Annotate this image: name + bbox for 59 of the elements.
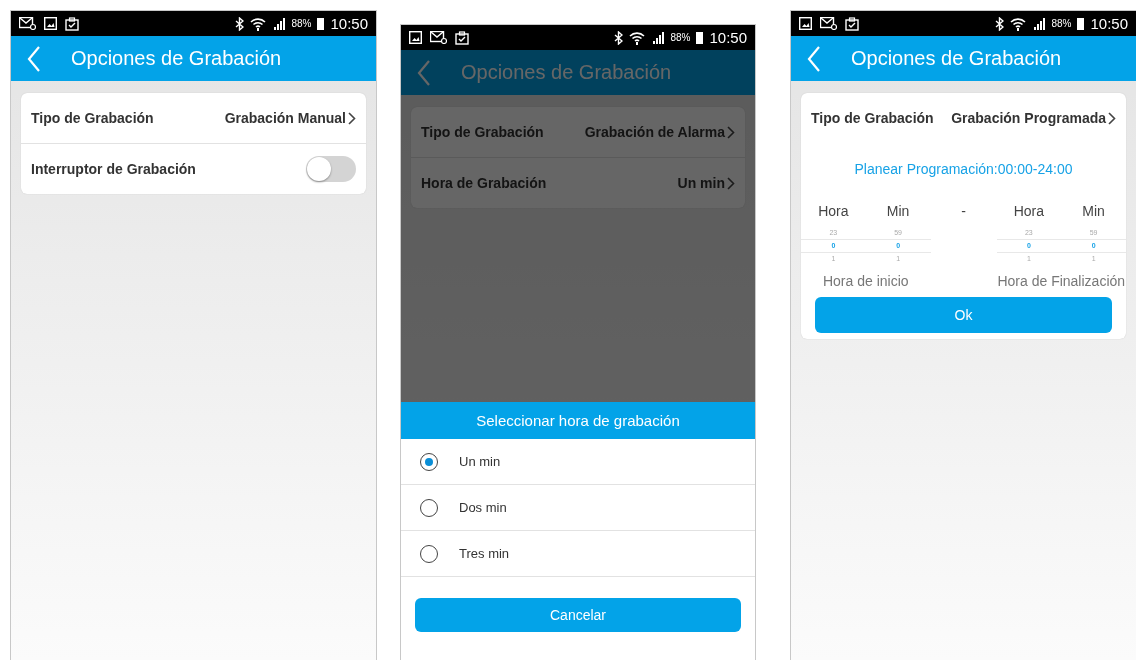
setting-label: Hora de Grabación (421, 175, 547, 191)
bluetooth-icon (995, 16, 1005, 31)
back-icon[interactable] (807, 45, 821, 72)
wifi-icon (629, 30, 646, 45)
picker-caption: Hora de Finalización (996, 272, 1126, 289)
setting-value[interactable]: Grabación Manual (224, 110, 346, 126)
back-icon[interactable] (27, 45, 41, 72)
setting-value[interactable]: Grabación Programada (951, 110, 1106, 126)
chevron-icon[interactable] (1108, 111, 1116, 125)
image-icon (44, 17, 57, 30)
setting-label: Tipo de Grabación (31, 110, 154, 126)
range-separator: - (960, 203, 967, 221)
column-label: Hora (1012, 203, 1046, 221)
option-label[interactable]: Tres min (459, 546, 510, 561)
picker-caption: Hora de inicio (821, 272, 910, 289)
image-icon (799, 17, 812, 30)
signal-icon (1032, 17, 1046, 30)
back-icon[interactable] (417, 59, 431, 86)
column-label: Hora (817, 203, 850, 221)
setting-label: Tipo de Grabación (421, 124, 544, 140)
option-label[interactable]: Dos min (459, 500, 507, 515)
image-icon (409, 31, 422, 44)
column-label: Min (1081, 203, 1106, 221)
bluetooth-icon (235, 16, 245, 31)
wifi-icon (1010, 16, 1027, 31)
clipboard-icon (65, 16, 79, 31)
battery-icon (1077, 17, 1085, 30)
bluetooth-icon (614, 30, 624, 45)
mail-icon (820, 17, 837, 30)
wifi-icon (250, 16, 267, 31)
option-label[interactable]: Un min (459, 454, 501, 469)
setting-value[interactable]: Un min (677, 175, 725, 191)
column-label: Min (885, 203, 911, 221)
chevron-icon[interactable] (348, 111, 356, 125)
dialog-title: Seleccionar hora de grabación (401, 402, 755, 439)
cancel-button[interactable]: Cancelar (415, 598, 741, 632)
clipboard-icon (845, 16, 859, 31)
ok-button[interactable]: Ok (815, 297, 1112, 333)
schedule-summary: Planear Programación:00:00-24:00 (853, 160, 1074, 179)
clock: 10:50 (330, 15, 368, 32)
toggle-switch[interactable] (306, 156, 356, 182)
setting-label: Interruptor de Grabación (31, 161, 196, 177)
screen-title: Opciones de Grabación (461, 61, 672, 84)
clipboard-icon (455, 30, 469, 45)
clock: 10:50 (709, 29, 747, 46)
battery-level: 88% (291, 18, 312, 29)
setting-value[interactable]: Grabación de Alarma (584, 124, 725, 140)
clock: 10:50 (1090, 15, 1128, 32)
battery-icon (317, 17, 325, 30)
signal-icon (272, 17, 286, 30)
mail-icon (430, 31, 447, 44)
mail-icon (19, 17, 36, 30)
battery-level: 88% (1051, 18, 1072, 29)
signal-icon (651, 31, 665, 44)
setting-label: Tipo de Grabación (811, 110, 934, 126)
screen-title: Opciones de Grabación (71, 47, 282, 70)
screen-title: Opciones de Grabación (851, 47, 1062, 70)
battery-level: 88% (670, 32, 691, 43)
battery-icon (696, 31, 704, 44)
